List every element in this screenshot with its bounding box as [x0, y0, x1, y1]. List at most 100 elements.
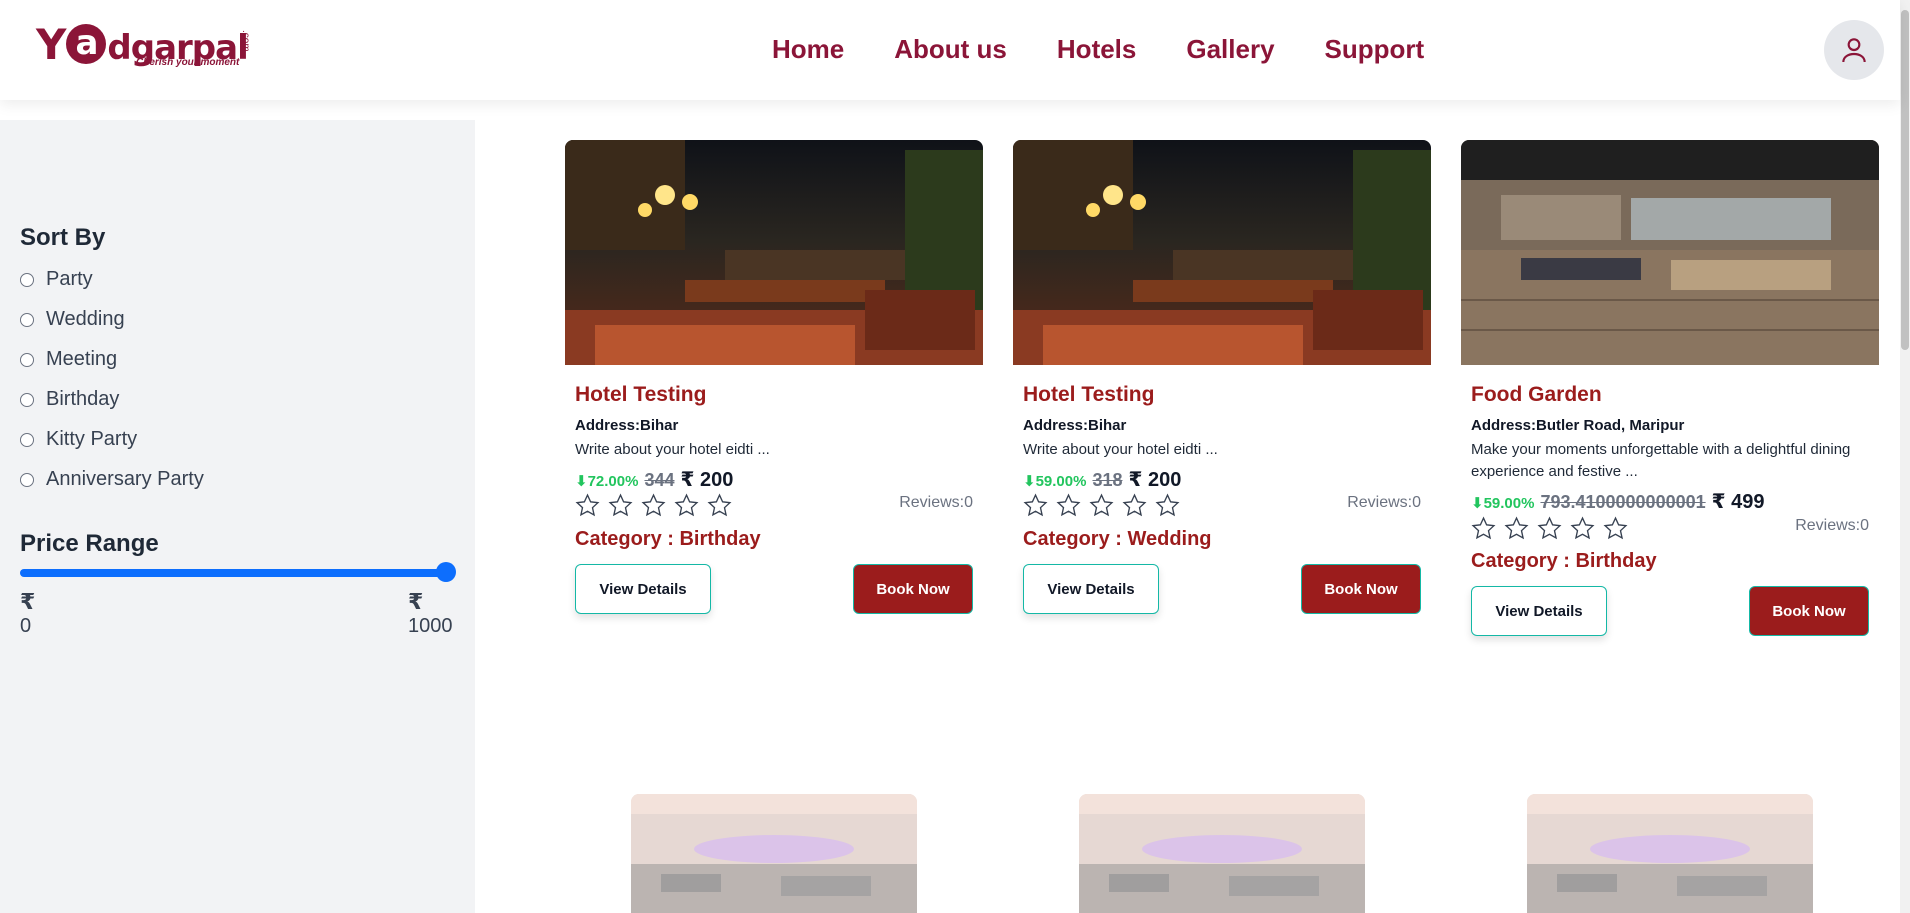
- star-icon[interactable]: [1089, 493, 1114, 518]
- price-slider-track[interactable]: [20, 569, 446, 577]
- view-details-button[interactable]: View Details: [1023, 564, 1159, 614]
- original-price: 344: [644, 470, 675, 490]
- hotel-category: Category : Birthday: [1471, 550, 1657, 572]
- price-range-heading: Price Range: [20, 530, 159, 557]
- star-icon[interactable]: [1537, 516, 1562, 541]
- radio-button[interactable]: [20, 432, 34, 447]
- filter-sidebar: Sort By Party Wedding Meeting Birthday K…: [0, 120, 475, 913]
- scrollbar-thumb[interactable]: [1901, 10, 1909, 350]
- hotel-card: Food Garden Address:Butler Road, Maripur…: [1461, 140, 1879, 640]
- hotel-name[interactable]: Hotel Testing: [1023, 383, 1154, 407]
- hotel-card-placeholder: [1527, 794, 1813, 913]
- hotel-category: Category : Wedding: [1023, 528, 1212, 550]
- sort-option-kitty-party[interactable]: Kitty Party: [20, 428, 137, 451]
- hotel-address: Address:Bihar: [1023, 417, 1127, 434]
- sort-option-meeting[interactable]: Meeting: [20, 348, 117, 371]
- price-min-value: ₹ 0: [20, 590, 35, 638]
- hotel-category: Category : Birthday: [575, 528, 761, 550]
- rupee-icon: ₹: [408, 589, 424, 614]
- sort-option-label: Meeting: [46, 348, 118, 370]
- star-icon[interactable]: [608, 493, 633, 518]
- sort-option-label: Wedding: [46, 308, 125, 330]
- site-header: Ya dgarpal .com Cherish your moment Home …: [0, 0, 1900, 100]
- current-price: ₹ 499: [1711, 491, 1765, 513]
- nav-about-us[interactable]: About us: [894, 34, 1007, 65]
- sort-option-label: Anniversary Party: [46, 468, 204, 490]
- star-icon[interactable]: [641, 493, 666, 518]
- radio-button[interactable]: [20, 272, 34, 287]
- user-icon: [1842, 38, 1866, 63]
- hotel-description: Make your moments unforgettable with a d…: [1471, 441, 1851, 480]
- hotel-photo[interactable]: [1461, 140, 1879, 365]
- discount-badge: ⬇72.00%: [575, 473, 639, 490]
- reviews-count: Reviews:0: [1795, 517, 1869, 534]
- star-icon[interactable]: [1122, 493, 1147, 518]
- price-min-label: 0: [20, 615, 32, 637]
- sort-option-anniversary-party[interactable]: Anniversary Party: [20, 468, 204, 491]
- original-price: 318: [1092, 470, 1123, 490]
- hotel-name[interactable]: Hotel Testing: [575, 383, 706, 407]
- price-line: ⬇59.00% 793.4100000000001 ₹ 499: [1471, 489, 1764, 514]
- reviews-count: Reviews:0: [1347, 494, 1421, 511]
- star-icon[interactable]: [1056, 493, 1081, 518]
- hotel-card: Hotel Testing Address:Bihar Write about …: [1013, 140, 1431, 640]
- star-icon[interactable]: [575, 493, 600, 518]
- star-icon[interactable]: [1603, 516, 1628, 541]
- current-price: ₹ 200: [680, 469, 734, 491]
- view-details-button[interactable]: View Details: [1471, 586, 1607, 636]
- hotel-address: Address:Bihar: [575, 417, 679, 434]
- user-account-button[interactable]: [1824, 20, 1884, 80]
- radio-button[interactable]: [20, 312, 34, 327]
- star-icon[interactable]: [674, 493, 699, 518]
- book-now-button[interactable]: Book Now: [1301, 564, 1421, 614]
- radio-button[interactable]: [20, 392, 34, 407]
- hotel-photo: [1079, 794, 1365, 913]
- star-icon[interactable]: [1570, 516, 1595, 541]
- main-nav: Home About us Hotels Gallery Support: [772, 34, 1424, 65]
- star-rating[interactable]: [575, 493, 732, 518]
- sort-option-party[interactable]: Party: [20, 268, 93, 291]
- sort-option-wedding[interactable]: Wedding: [20, 308, 125, 331]
- star-icon[interactable]: [707, 493, 732, 518]
- book-now-button[interactable]: Book Now: [853, 564, 973, 614]
- star-icon[interactable]: [1504, 516, 1529, 541]
- sort-option-label: Birthday: [46, 388, 120, 410]
- discount-badge: ⬇59.00%: [1471, 495, 1535, 512]
- star-rating[interactable]: [1471, 516, 1628, 541]
- sort-option-birthday[interactable]: Birthday: [20, 388, 119, 411]
- reviews-count: Reviews:0: [899, 494, 973, 511]
- hotel-name[interactable]: Food Garden: [1471, 383, 1602, 407]
- brand-logo[interactable]: Ya dgarpal .com Cherish your moment: [36, 20, 256, 76]
- price-line: ⬇72.00% 344 ₹ 200: [575, 467, 733, 492]
- price-max-value: ₹ 1000: [408, 590, 453, 638]
- hotel-card-placeholder: [1079, 794, 1365, 913]
- nav-hotels[interactable]: Hotels: [1057, 34, 1136, 65]
- price-max-label: 1000: [408, 615, 453, 637]
- original-price: 793.4100000000001: [1540, 492, 1706, 512]
- price-slider-thumb[interactable]: [436, 562, 456, 582]
- hotel-description: Write about your hotel eidti ...: [1023, 441, 1218, 458]
- star-icon[interactable]: [1023, 493, 1048, 518]
- book-now-button[interactable]: Book Now: [1749, 586, 1869, 636]
- hotel-card-placeholder: [631, 794, 917, 913]
- nav-support[interactable]: Support: [1325, 34, 1425, 65]
- star-icon[interactable]: [1155, 493, 1180, 518]
- logo-tagline: Cherish your moment: [136, 57, 240, 68]
- rupee-icon: ₹: [20, 589, 36, 614]
- discount-badge: ⬇59.00%: [1023, 473, 1087, 490]
- nav-home[interactable]: Home: [772, 34, 844, 65]
- radio-button[interactable]: [20, 472, 34, 487]
- hotel-photo: [1527, 794, 1813, 913]
- sort-option-label: Party: [46, 268, 93, 290]
- nav-gallery[interactable]: Gallery: [1186, 34, 1274, 65]
- view-details-button[interactable]: View Details: [575, 564, 711, 614]
- hotel-photo[interactable]: [565, 140, 983, 365]
- hotel-card: Hotel Testing Address:Bihar Write about …: [565, 140, 983, 640]
- sort-by-heading: Sort By: [20, 224, 106, 251]
- radio-button[interactable]: [20, 352, 34, 367]
- hotel-photo[interactable]: [1013, 140, 1431, 365]
- hotel-address: Address:Butler Road, Maripur: [1471, 417, 1685, 434]
- hotel-description: Write about your hotel eidti ...: [575, 441, 770, 458]
- star-icon[interactable]: [1471, 516, 1496, 541]
- star-rating[interactable]: [1023, 493, 1180, 518]
